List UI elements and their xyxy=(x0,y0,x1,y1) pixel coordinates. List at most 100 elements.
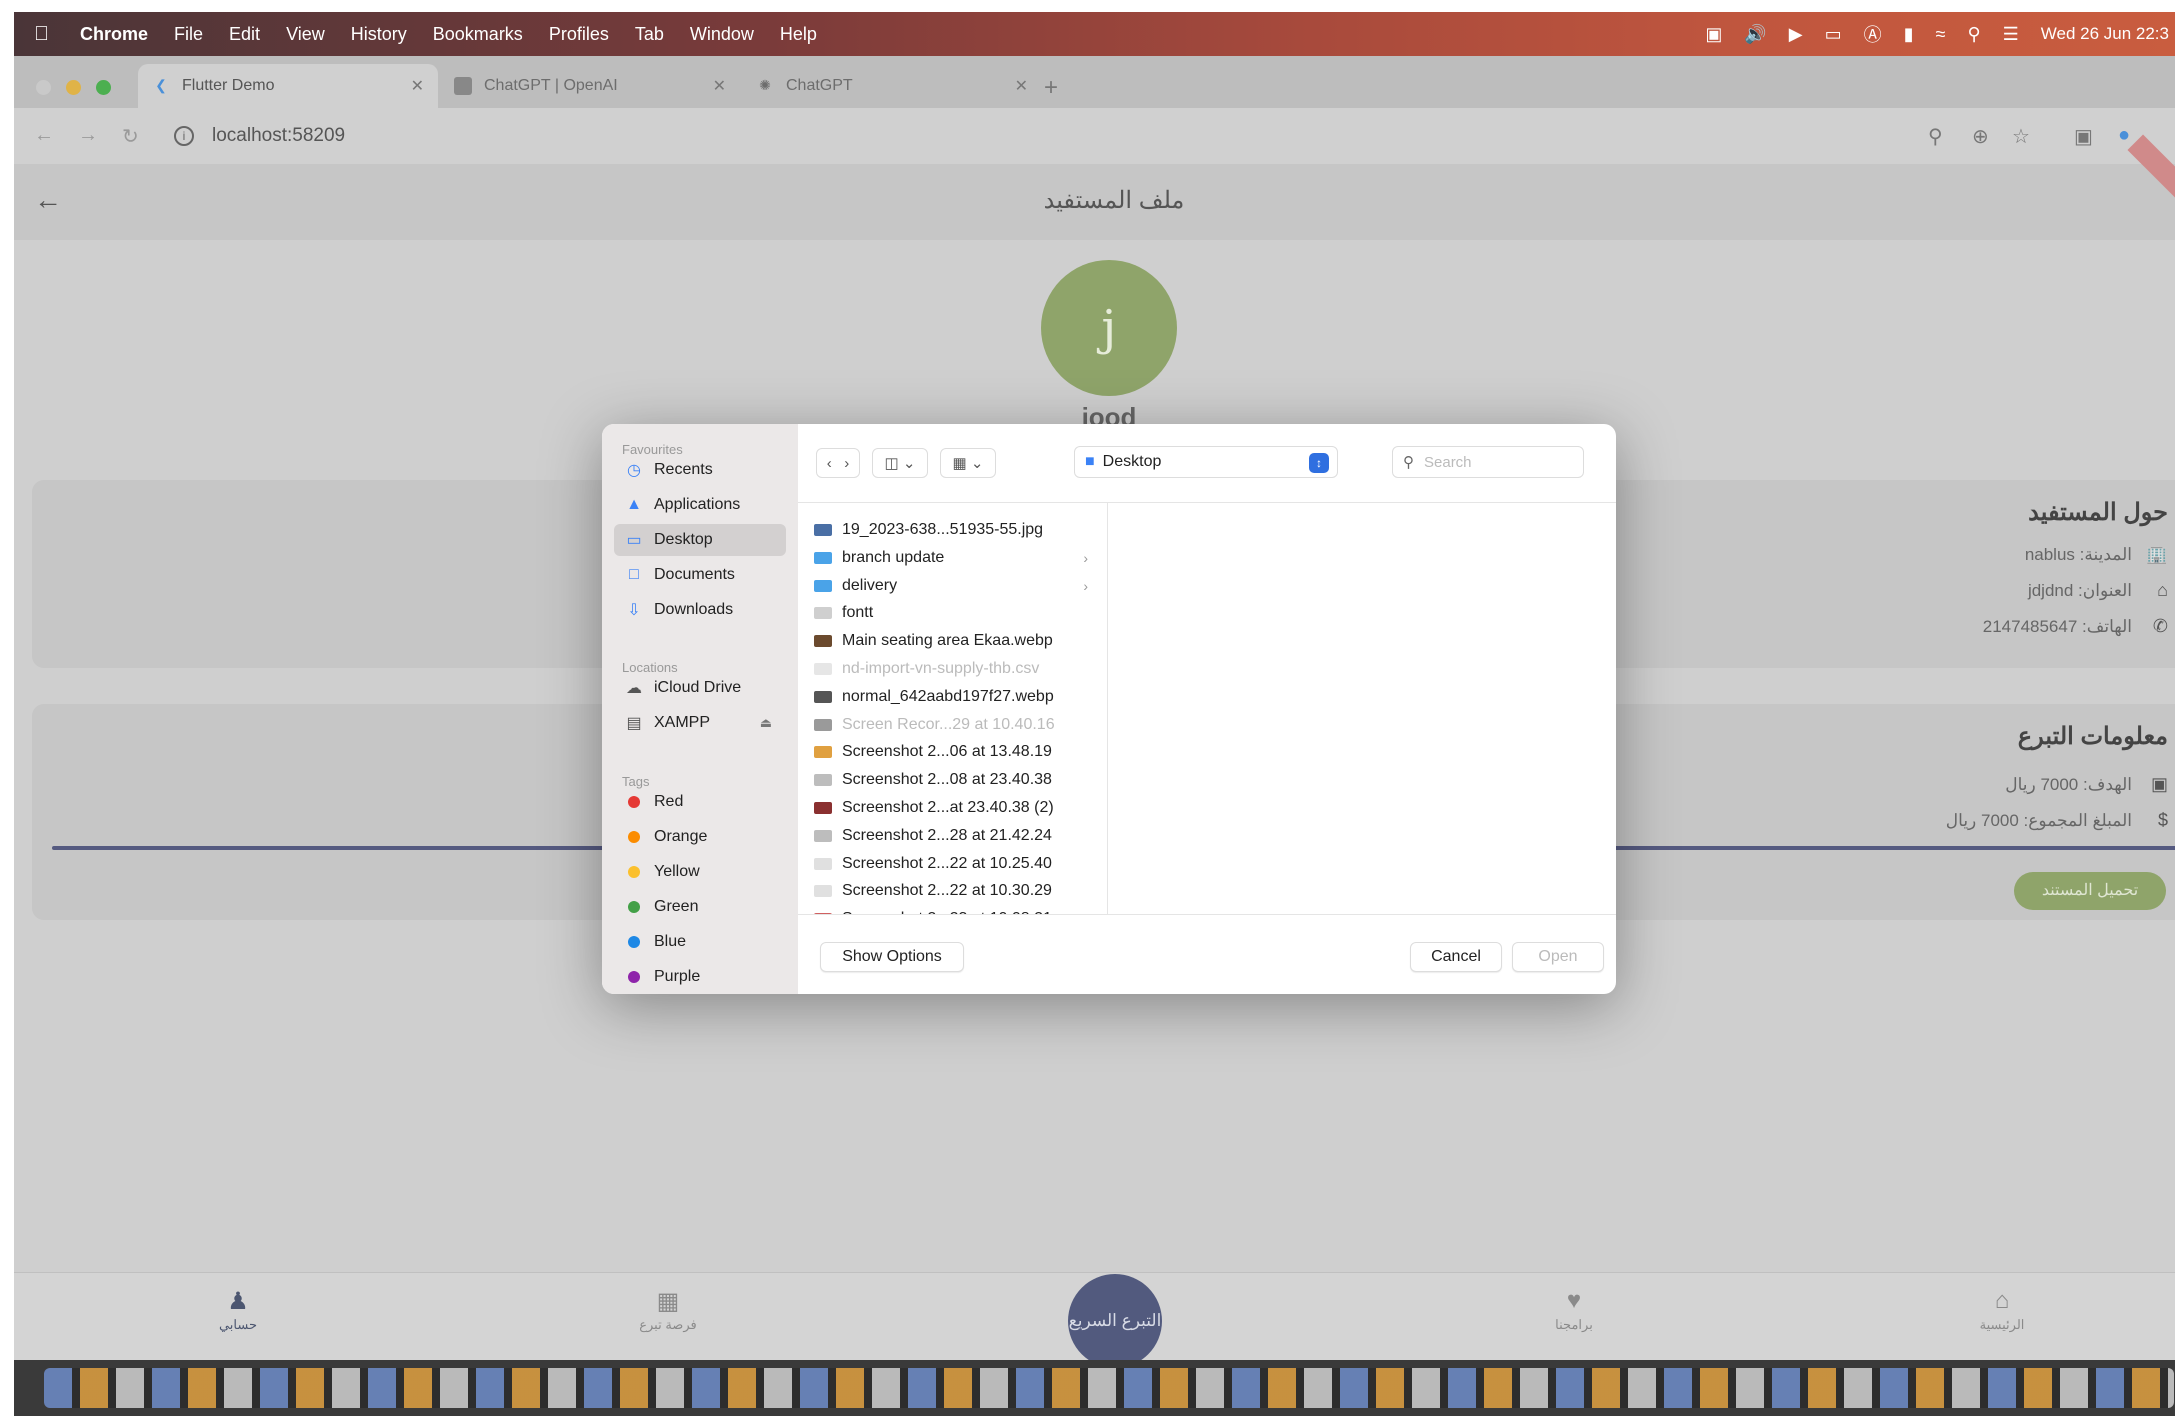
nav-home[interactable]: ⌂ الرئيسية xyxy=(1942,1287,2062,1333)
profile-icon[interactable]: ● xyxy=(2118,124,2130,147)
search-icon[interactable]: ⚲ xyxy=(1967,24,1980,45)
cancel-button[interactable]: Cancel xyxy=(1410,942,1502,972)
nav-programs[interactable]: ♥ برامجنا xyxy=(1514,1287,1634,1333)
sidebar-tag-orange[interactable]: Orange xyxy=(614,821,786,853)
minimize-window-button[interactable] xyxy=(66,80,81,95)
file-item[interactable]: nd-import-vn-supply-thb.csv xyxy=(814,656,1104,682)
url-field[interactable]: i localhost:58209 xyxy=(174,118,1874,154)
file-item[interactable]: Screenshot 2...22 at 10.30.29 xyxy=(814,878,1104,904)
dock-app-icons[interactable] xyxy=(44,1368,2174,1408)
menu-window[interactable]: Window xyxy=(690,24,754,45)
chevron-left-icon[interactable]: ‹ xyxy=(827,455,832,472)
file-item[interactable]: 19_2023-638...51935-55.jpg xyxy=(814,517,1104,543)
phone-text: الهاتف: 2147485647 xyxy=(1982,617,2132,636)
menu-file[interactable]: File xyxy=(174,24,203,45)
clock[interactable]: Wed 26 Jun 22:3 xyxy=(2041,24,2169,44)
site-info-icon[interactable]: i xyxy=(174,126,194,146)
menu-edit[interactable]: Edit xyxy=(229,24,260,45)
search-icon: ⚲ xyxy=(1403,454,1414,471)
open-button[interactable]: Open xyxy=(1512,942,1604,972)
menu-view[interactable]: View xyxy=(286,24,325,45)
search-input[interactable]: ⚲ Search xyxy=(1392,446,1584,478)
close-tab-icon[interactable]: ✕ xyxy=(713,76,726,96)
sidebar-item-applications[interactable]: ▲ Applications xyxy=(614,489,786,521)
download-document-button[interactable]: تحميل المستند xyxy=(2014,872,2166,910)
search-placeholder: Search xyxy=(1424,453,1472,471)
new-tab-button[interactable]: + xyxy=(1044,74,1058,102)
sidebar-item-recents[interactable]: ◷ Recents xyxy=(614,454,786,486)
columns-view-icon: ◫ xyxy=(884,455,899,472)
volume-icon[interactable]: 🔊 xyxy=(1744,24,1766,45)
tab-chatgpt-openai[interactable]: ChatGPT | OpenAI ✕ xyxy=(440,64,740,108)
input-source-icon[interactable]: Ⓐ xyxy=(1864,21,1882,47)
nav-account[interactable]: ♟ حسابي xyxy=(178,1287,298,1333)
folder-icon xyxy=(814,551,832,564)
sidebar-tag-purple[interactable]: Purple xyxy=(614,961,786,993)
control-center-icon[interactable]: ☰ xyxy=(2003,24,2019,45)
menu-profiles[interactable]: Profiles xyxy=(549,24,609,45)
quick-donate-button[interactable]: التبرع السريع xyxy=(1068,1274,1162,1368)
nav-opportunity[interactable]: ▦ فرصة تبرع xyxy=(608,1287,728,1333)
file-item[interactable]: Screenshot 2...28 at 21.42.24 xyxy=(814,823,1104,849)
file-thumbnail-icon xyxy=(814,802,832,814)
menu-bookmarks[interactable]: Bookmarks xyxy=(433,24,523,45)
sidebar-item-icloud[interactable]: ☁ iCloud Drive xyxy=(614,672,786,704)
file-item[interactable]: fontt xyxy=(814,600,1104,626)
file-thumbnail-icon xyxy=(814,718,832,731)
file-name: delivery xyxy=(842,576,898,594)
folder-select[interactable]: ■ Desktop ↕ xyxy=(1074,446,1338,478)
extensions-icon[interactable]: ▣ xyxy=(2074,124,2093,149)
tab-flutter-demo[interactable]: ❮ Flutter Demo ✕ xyxy=(138,64,438,108)
folder-item[interactable]: branch update › xyxy=(814,545,1104,571)
close-window-button[interactable] xyxy=(36,80,51,95)
menu-app-name[interactable]: Chrome xyxy=(80,24,148,45)
view-mode-button[interactable]: ◫ ⌄ xyxy=(872,448,928,478)
screen:  Chrome File Edit View History Bookmark… xyxy=(14,12,2175,1416)
menu-history[interactable]: History xyxy=(351,24,407,45)
bookmark-star-icon[interactable]: ☆ xyxy=(2012,124,2030,149)
tab-chatgpt[interactable]: ✺ ChatGPT ✕ xyxy=(742,64,1042,108)
show-options-button[interactable]: Show Options xyxy=(820,942,964,972)
folder-item[interactable]: delivery › xyxy=(814,573,1104,599)
file-item[interactable]: normal_642aabd197f27.webp xyxy=(814,684,1104,710)
group-button[interactable]: ▦ ⌄ xyxy=(940,448,996,478)
apple-icon[interactable]:  xyxy=(34,23,56,46)
grid-view-icon: ▦ xyxy=(952,455,967,472)
password-key-icon[interactable]: ⚲ xyxy=(1928,124,1943,149)
sidebar-tag-blue[interactable]: Blue xyxy=(614,926,786,958)
sidebar-tag-green[interactable]: Green xyxy=(614,891,786,923)
forward-icon[interactable]: → xyxy=(78,124,98,147)
file-item[interactable]: Screenshot 2...06 at 13.48.19 xyxy=(814,739,1104,765)
file-item[interactable]: Screenshot 2...22 at 10.25.40 xyxy=(814,851,1104,877)
sidebar-item-documents[interactable]: □ Documents xyxy=(614,559,786,591)
back-arrow-icon[interactable]: ← xyxy=(34,184,62,216)
close-tab-icon[interactable]: ✕ xyxy=(1015,76,1028,96)
file-item[interactable]: Screenshot 2...23 at 10.08.21 xyxy=(814,906,1104,914)
display-icon[interactable]: ▭ xyxy=(1825,24,1842,45)
eject-icon[interactable]: ⏏ xyxy=(760,715,772,731)
sidebar-item-desktop[interactable]: ▭ Desktop xyxy=(614,524,786,556)
reload-icon[interactable]: ↻ xyxy=(122,124,139,149)
chevron-right-icon[interactable]: › xyxy=(844,455,849,472)
sidebar-tag-yellow[interactable]: Yellow xyxy=(614,856,786,888)
sidebar-tag-red[interactable]: Red xyxy=(614,786,786,818)
file-item[interactable]: Main seating area Ekaa.webp xyxy=(814,628,1104,654)
menu-tab[interactable]: Tab xyxy=(635,24,664,45)
file-item[interactable]: Screen Recor...29 at 10.40.16 xyxy=(814,712,1104,738)
wifi-icon[interactable]: ≈ xyxy=(1936,24,1946,45)
back-icon[interactable]: ← xyxy=(34,124,54,147)
close-tab-icon[interactable]: ✕ xyxy=(411,76,424,96)
file-name: normal_642aabd197f27.webp xyxy=(842,687,1054,705)
phone-icon: ✆ xyxy=(2152,616,2168,636)
play-icon[interactable]: ▶ xyxy=(1789,24,1803,45)
menu-help[interactable]: Help xyxy=(780,24,817,45)
sidebar-item-downloads[interactable]: ⇩ Downloads xyxy=(614,594,786,626)
file-item[interactable]: Screenshot 2...at 23.40.38 (2) xyxy=(814,795,1104,821)
screen-record-icon[interactable]: ▣ xyxy=(1705,24,1722,45)
maximize-window-button[interactable] xyxy=(96,80,111,95)
nav-back-forward[interactable]: ‹ › xyxy=(816,448,860,478)
file-item[interactable]: Screenshot 2...08 at 23.40.38 xyxy=(814,767,1104,793)
zoom-icon[interactable]: ⊕ xyxy=(1972,124,1989,149)
sidebar-item-xampp[interactable]: ▤ XAMPP ⏏ xyxy=(614,707,786,739)
battery-icon[interactable]: ▮ xyxy=(1904,24,1914,45)
